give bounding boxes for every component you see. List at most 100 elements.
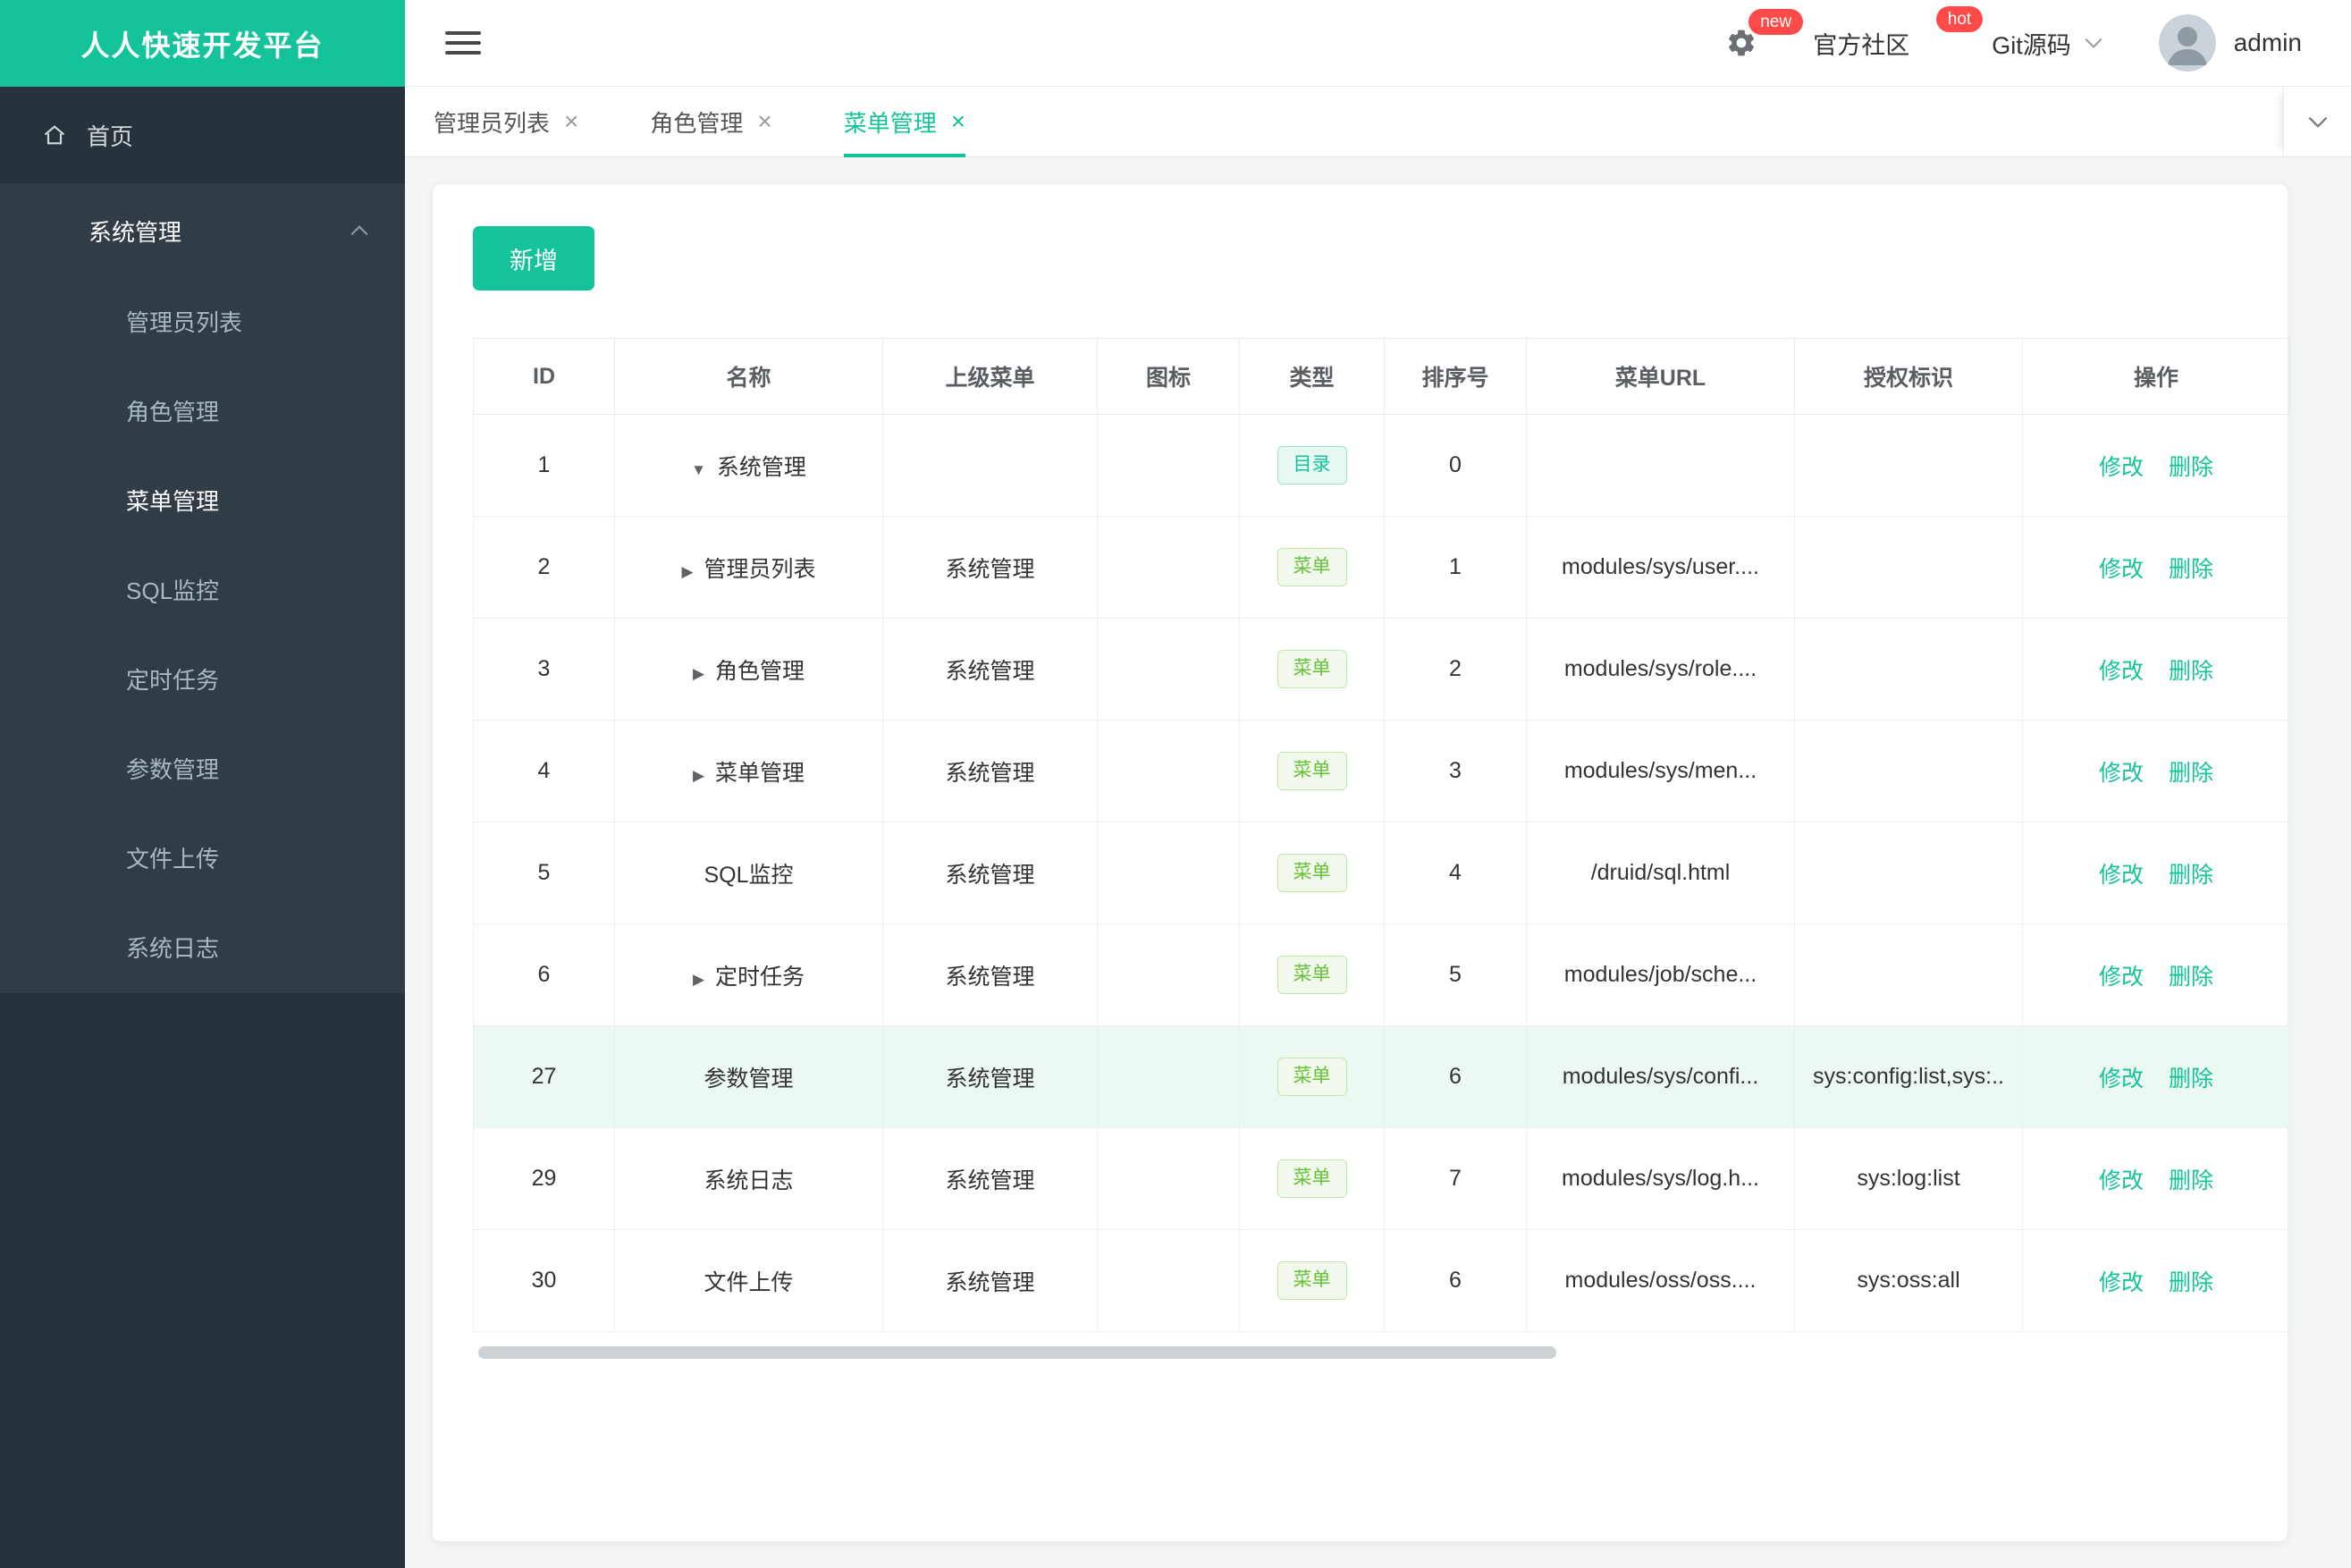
- column-header-icon: 图标: [1097, 338, 1240, 415]
- tab-label: 菜单管理: [843, 109, 937, 137]
- menu-name: 系统管理: [716, 454, 806, 480]
- tabs-collapse-button[interactable]: [2283, 87, 2351, 156]
- cell-order: 6: [1384, 1229, 1527, 1332]
- cell-icon: [1097, 1127, 1240, 1230]
- delete-link[interactable]: 删除: [2169, 965, 2213, 990]
- user-name: admin: [2233, 29, 2302, 56]
- cell-actions: 修改 删除: [2022, 618, 2290, 721]
- cell-icon: [1097, 720, 1240, 822]
- delete-link[interactable]: 删除: [2169, 659, 2213, 684]
- type-badge: 菜单: [1277, 548, 1347, 586]
- delete-link[interactable]: 删除: [2169, 557, 2213, 582]
- cell-type: 目录: [1239, 414, 1385, 517]
- cell-parent: 系统管理: [882, 516, 1098, 619]
- cell-perm: [1794, 516, 2023, 619]
- cell-order: 1: [1384, 516, 1527, 619]
- add-button[interactable]: 新增: [473, 226, 594, 291]
- cell-perm: sys:oss:all: [1794, 1229, 2023, 1332]
- tab-bar: 管理员列表 × 角色管理 × 菜单管理 ×: [405, 87, 2351, 157]
- cell-actions: 修改 删除: [2022, 1229, 2290, 1332]
- cell-name: SQL监控: [614, 822, 883, 924]
- user-menu[interactable]: admin: [2158, 14, 2302, 72]
- tab[interactable]: 管理员列表 ×: [434, 87, 578, 156]
- home-icon: [42, 122, 67, 148]
- sidebar-item[interactable]: 文件上传: [0, 814, 405, 904]
- edit-link[interactable]: 修改: [2099, 1066, 2144, 1092]
- menu-name: 管理员列表: [704, 556, 816, 582]
- tabs: 管理员列表 × 角色管理 × 菜单管理 ×: [434, 87, 966, 157]
- cell-icon: [1097, 516, 1240, 619]
- cell-actions: 修改 删除: [2022, 720, 2290, 822]
- cell-name: 系统日志: [614, 1127, 883, 1230]
- sidebar-group-header[interactable]: 系统管理: [0, 183, 405, 278]
- sidebar-item[interactable]: 参数管理: [0, 725, 405, 814]
- delete-link[interactable]: 删除: [2169, 863, 2213, 888]
- expand-caret-icon[interactable]: ▶: [693, 767, 704, 784]
- column-header-type: 类型: [1239, 338, 1385, 415]
- cell-url: modules/sys/confi...: [1526, 1025, 1795, 1128]
- column-header-id: ID: [473, 338, 615, 415]
- hamburger-menu-icon[interactable]: [445, 25, 481, 61]
- edit-link[interactable]: 修改: [2099, 659, 2144, 684]
- delete-link[interactable]: 删除: [2169, 1066, 2213, 1092]
- cell-id: 6: [473, 923, 615, 1026]
- sidebar-item[interactable]: 菜单管理: [0, 457, 405, 546]
- table-row: 3 ▶ 角色管理 系统管理 菜单 2 modules/sys/role.... 修改 删除: [473, 618, 2290, 721]
- sidebar-group-system: 系统管理 管理员列表 角色管理 菜单管理 SQL监控 定时任务 参数管理 文件上传 系统日志: [0, 183, 405, 993]
- cell-perm: sys:config:list,sys:..: [1794, 1025, 2023, 1128]
- type-badge: 菜单: [1277, 1261, 1347, 1300]
- delete-link[interactable]: 删除: [2169, 1270, 2213, 1295]
- cell-actions: 修改 删除: [2022, 923, 2290, 1026]
- edit-link[interactable]: 修改: [2099, 863, 2144, 888]
- sidebar-item[interactable]: 管理员列表: [0, 278, 405, 367]
- cell-id: 4: [473, 720, 615, 822]
- cell-id: 1: [473, 414, 615, 517]
- edit-link[interactable]: 修改: [2099, 1270, 2144, 1295]
- menu-name: 文件上传: [704, 1269, 794, 1295]
- cell-type: 菜单: [1239, 822, 1385, 924]
- edit-link[interactable]: 修改: [2099, 1168, 2144, 1193]
- git-source-link[interactable]: Git源码: [1992, 26, 2103, 61]
- community-link[interactable]: 官方社区 hot: [1813, 5, 1984, 61]
- delete-link[interactable]: 删除: [2169, 455, 2213, 480]
- cell-url: modules/job/sche...: [1526, 923, 1795, 1026]
- cell-name: ▶ 定时任务: [614, 923, 883, 1026]
- edit-link[interactable]: 修改: [2099, 557, 2144, 582]
- close-icon[interactable]: ×: [757, 109, 771, 134]
- table-row: 30 文件上传 系统管理 菜单 6 modules/oss/oss.... sys:oss:…: [473, 1229, 2290, 1332]
- collapse-caret-icon[interactable]: ▼: [691, 461, 706, 478]
- expand-caret-icon[interactable]: ▶: [681, 563, 693, 580]
- menu-name: 参数管理: [704, 1066, 794, 1092]
- chevron-down-icon: [2307, 115, 2329, 129]
- edit-link[interactable]: 修改: [2099, 761, 2144, 786]
- edit-link[interactable]: 修改: [2099, 965, 2144, 990]
- column-header-actions: 操作: [2022, 338, 2290, 415]
- cell-perm: sys:log:list: [1794, 1127, 2023, 1230]
- sidebar-item[interactable]: 角色管理: [0, 367, 405, 457]
- column-header-perm: 授权标识: [1794, 338, 2023, 415]
- cell-url: modules/oss/oss....: [1526, 1229, 1795, 1332]
- sidebar-item-label: 首页: [87, 122, 134, 150]
- sidebar-item[interactable]: SQL监控: [0, 546, 405, 636]
- sidebar-item[interactable]: 系统日志: [0, 904, 405, 993]
- cell-actions: 修改 删除: [2022, 1127, 2290, 1230]
- expand-caret-icon[interactable]: ▶: [693, 665, 704, 682]
- settings-button[interactable]: new: [1725, 9, 1804, 59]
- close-icon[interactable]: ×: [564, 109, 578, 134]
- column-header-order: 排序号: [1384, 338, 1527, 415]
- tab[interactable]: 菜单管理 ×: [843, 87, 966, 157]
- cell-id: 29: [473, 1127, 615, 1230]
- cell-url: [1526, 414, 1795, 517]
- delete-link[interactable]: 删除: [2169, 1168, 2213, 1193]
- sidebar: 人人快速开发平台 首页 系统管理 管理员列表 角色管理 菜单管理 SQL监控 定时任务参…: [0, 0, 405, 1568]
- expand-caret-icon[interactable]: ▶: [693, 971, 704, 988]
- sidebar-item[interactable]: 定时任务: [0, 636, 405, 725]
- sidebar-item-home[interactable]: 首页: [0, 87, 405, 183]
- close-icon[interactable]: ×: [951, 109, 965, 134]
- cell-actions: 修改 删除: [2022, 516, 2290, 619]
- cell-perm: [1794, 822, 2023, 924]
- scrollbar-thumb[interactable]: [478, 1346, 1556, 1359]
- delete-link[interactable]: 删除: [2169, 761, 2213, 786]
- tab[interactable]: 角色管理 ×: [650, 87, 771, 156]
- edit-link[interactable]: 修改: [2099, 455, 2144, 480]
